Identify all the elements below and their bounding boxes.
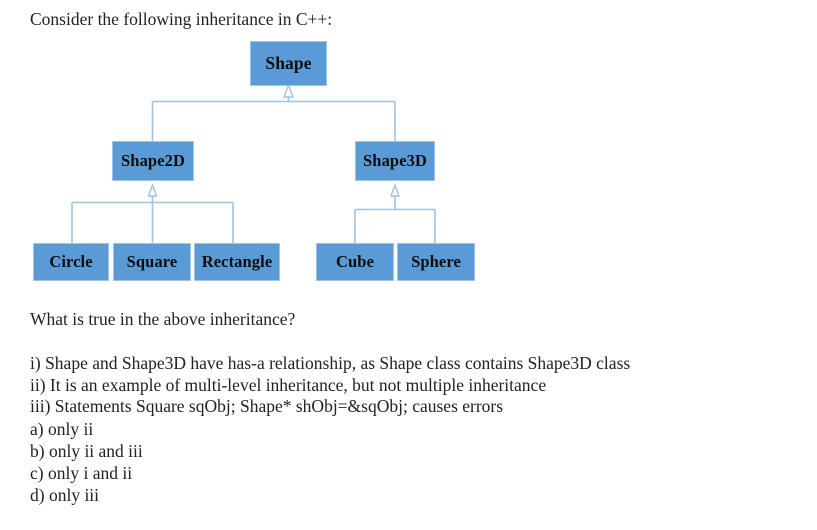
node-cube-label: Cube (336, 252, 374, 271)
node-sphere-label: Sphere (411, 252, 461, 271)
generalization-arrow-icon (147, 182, 158, 197)
statement-item: iii) Statements Square sqObj; Shape* shO… (30, 396, 504, 416)
node-circle-label: Circle (49, 252, 93, 271)
node-rectangle[interactable]: Rectangle (194, 243, 280, 281)
node-square-label: Square (126, 252, 178, 271)
node-circle[interactable]: Circle (33, 243, 109, 281)
question-page: Consider the following inheritance in C+… (0, 0, 817, 530)
statement-item: i) Shape and Shape3D have has-a relation… (30, 353, 631, 373)
statement-item: ii) It is an example of multi-level inhe… (30, 374, 547, 395)
answer-option-list: a) only ii b) only ii and iii c) only i … (30, 418, 143, 506)
node-shape2d-label: Shape2D (121, 151, 185, 170)
node-rectangle-label: Rectangle (201, 252, 273, 271)
node-sphere[interactable]: Sphere (397, 243, 475, 281)
inheritance-diagram: Shape Shape2D Shape3D Circle Square Rect… (0, 30, 817, 295)
question-text: What is true in the above inheritance? (30, 309, 296, 329)
intro-text: Consider the following inheritance in C+… (30, 9, 333, 29)
answer-option-c[interactable]: c) only i and ii (30, 462, 143, 484)
generalization-arrow-icon (282, 83, 295, 98)
node-shape-label: Shape (265, 53, 312, 73)
statement-list: i) Shape and Shape3D have has-a relation… (30, 353, 630, 418)
answer-option-d[interactable]: d) only iii (30, 484, 143, 506)
node-square[interactable]: Square (113, 243, 191, 281)
node-shape2d[interactable]: Shape2D (112, 141, 194, 181)
node-shape3d-label: Shape3D (363, 151, 427, 170)
answer-option-b[interactable]: b) only ii and iii (30, 440, 143, 462)
node-shape[interactable]: Shape (250, 41, 327, 86)
node-shape3d[interactable]: Shape3D (355, 141, 435, 181)
node-cube[interactable]: Cube (316, 243, 394, 281)
generalization-arrow-icon (390, 182, 400, 197)
answer-option-a[interactable]: a) only ii (30, 418, 143, 440)
